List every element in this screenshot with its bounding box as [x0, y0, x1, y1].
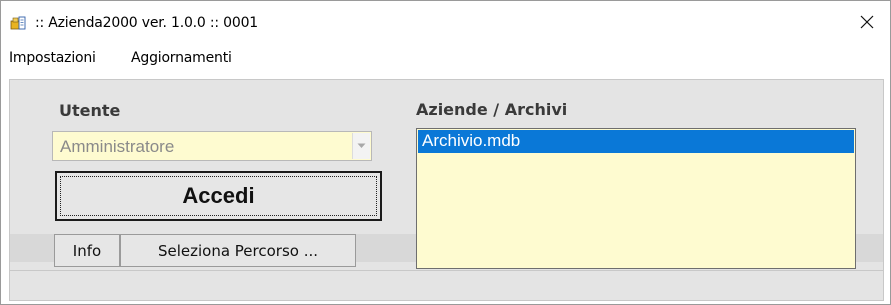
- main-panel: Utente Amministratore Accedi Info Selezi…: [9, 79, 884, 301]
- list-item-label: Archivio.mdb: [422, 131, 521, 150]
- user-select-value: Amministratore: [60, 137, 175, 156]
- user-select[interactable]: Amministratore: [52, 131, 372, 161]
- close-button[interactable]: [844, 5, 890, 39]
- user-dropdown-button[interactable]: [352, 133, 370, 159]
- close-icon: [860, 15, 874, 29]
- menu-impostazioni[interactable]: Impostazioni: [9, 50, 96, 66]
- login-button[interactable]: Accedi: [55, 171, 382, 221]
- select-path-button[interactable]: Seleziona Percorso ...: [120, 234, 356, 267]
- app-window: :: Azienda2000 ver. 1.0.0 :: 0001 Impost…: [0, 0, 891, 305]
- chevron-down-icon: [357, 143, 366, 148]
- status-divider: [10, 270, 883, 271]
- info-button[interactable]: Info: [54, 234, 120, 267]
- list-item[interactable]: Archivio.mdb: [418, 130, 854, 153]
- archives-list[interactable]: Archivio.mdb: [416, 128, 856, 269]
- window-title: :: Azienda2000 ver. 1.0.0 :: 0001: [35, 15, 258, 31]
- menu-bar: Impostazioni Aggiornamenti: [1, 43, 890, 73]
- user-label: Utente: [59, 101, 121, 120]
- app-folder-icon: [10, 16, 26, 30]
- archives-label: Aziende / Archivi: [416, 100, 568, 119]
- title-bar[interactable]: :: Azienda2000 ver. 1.0.0 :: 0001: [1, 1, 890, 43]
- login-button-label: Accedi: [182, 183, 255, 208]
- login-button-focus: Accedi: [60, 176, 377, 216]
- menu-aggiornamenti[interactable]: Aggiornamenti: [131, 50, 232, 66]
